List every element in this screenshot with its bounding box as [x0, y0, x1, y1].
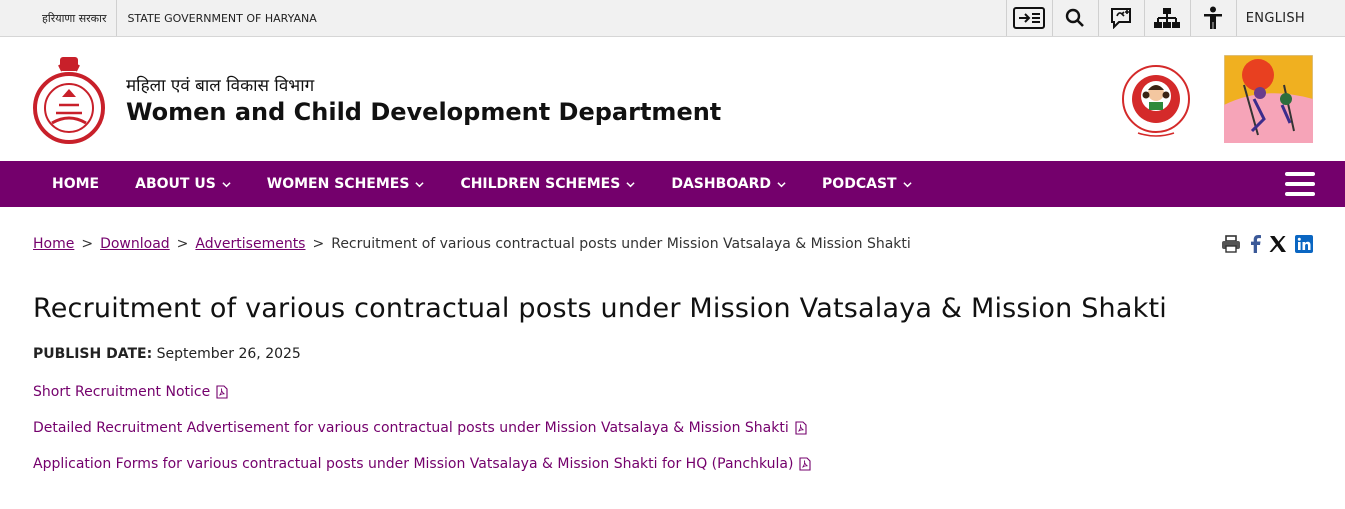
haryana-emblem-logo: [33, 57, 105, 144]
state-govt-link[interactable]: STATE GOVERNMENT OF HARYANA: [117, 0, 326, 36]
breadcrumb-current: Recruitment of various contractual posts…: [331, 236, 911, 252]
share-tools: [1221, 235, 1313, 253]
breadcrumb-download-link[interactable]: Download: [100, 236, 170, 252]
chevron-down-icon: [626, 181, 635, 187]
document-link-label: Short Recruitment Notice: [33, 384, 211, 400]
govt-links: हरियाणा सरकार STATE GOVERNMENT OF HARYAN…: [32, 0, 327, 36]
document-link[interactable]: Detailed Recruitment Advertisement for v…: [33, 410, 1312, 446]
skip-to-content-icon[interactable]: [1005, 0, 1052, 36]
main-content: Recruitment of various contractual posts…: [0, 293, 1345, 482]
breadcrumb-home-link[interactable]: Home: [33, 236, 74, 252]
breadcrumb-separator: >: [81, 236, 94, 252]
document-list: Short Recruitment Notice Detailed Recrui…: [33, 374, 1312, 482]
breadcrumb: Home > Download > Advertisements > Recru…: [33, 236, 911, 252]
department-name: Women and Child Development Department: [126, 97, 722, 126]
nav-item-podcast[interactable]: PODCAST: [804, 176, 930, 192]
document-link[interactable]: Short Recruitment Notice: [33, 374, 1312, 410]
pdf-icon: [795, 421, 807, 435]
publish-date-value: September 26, 2025: [156, 346, 301, 362]
utility-tools: ENGLISH: [1005, 0, 1345, 36]
breadcrumb-advertisements-link[interactable]: Advertisements: [195, 236, 305, 252]
chevron-down-icon: [902, 181, 912, 187]
linkedin-icon[interactable]: [1295, 235, 1313, 253]
language-selector[interactable]: ENGLISH: [1235, 0, 1314, 36]
publish-date: PUBLISH DATE: September 26, 2025: [33, 346, 1312, 362]
site-titles: महिला एवं बाल विकास विभाग Women and Chil…: [126, 73, 721, 126]
chevron-down-icon: [222, 181, 231, 187]
breadcrumb-bar: Home > Download > Advertisements > Recru…: [0, 207, 1345, 281]
main-navigation: HOME ABOUT US WOMEN SCHEMES CHILDREN SCH…: [0, 161, 1345, 207]
publish-date-label: PUBLISH DATE:: [33, 346, 153, 362]
hindi-department-name: महिला एवं बाल विकास विभाग: [126, 75, 315, 96]
nav-item-home[interactable]: HOME: [33, 176, 117, 192]
nav-item-label: PODCAST: [822, 176, 897, 192]
haryana-govt-hindi-link[interactable]: हरियाणा सरकार: [32, 0, 118, 36]
facebook-icon[interactable]: [1249, 235, 1261, 253]
nav-item-label: WOMEN SCHEMES: [266, 176, 410, 192]
print-icon[interactable]: [1221, 235, 1241, 253]
chevron-down-icon: [777, 181, 786, 187]
nav-item-label: ABOUT US: [135, 176, 216, 192]
beti-bachao-beti-padhao-logo[interactable]: [1120, 55, 1192, 143]
nav-item-label: CHILDREN SCHEMES: [460, 176, 621, 192]
sitemap-icon[interactable]: [1143, 0, 1190, 36]
accessibility-icon[interactable]: [1189, 0, 1236, 36]
breadcrumb-separator: >: [176, 236, 189, 252]
document-link[interactable]: Application Forms for various contractua…: [33, 446, 1312, 482]
nav-item-women-schemes[interactable]: WOMEN SCHEMES: [249, 176, 443, 192]
nav-item-about-us[interactable]: ABOUT US: [117, 176, 249, 192]
nav-menu: HOME ABOUT US WOMEN SCHEMES CHILDREN SCH…: [33, 176, 930, 192]
search-icon[interactable]: [1051, 0, 1098, 36]
nav-item-label: DASHBOARD: [671, 176, 772, 192]
department-artwork-logo[interactable]: [1224, 55, 1313, 143]
document-link-label: Detailed Recruitment Advertisement for v…: [33, 420, 789, 436]
hamburger-menu-icon[interactable]: [1285, 172, 1315, 196]
partner-logos: [1120, 55, 1313, 143]
nav-item-children-schemes[interactable]: CHILDREN SCHEMES: [442, 176, 653, 192]
document-link-label: Application Forms for various contractua…: [33, 456, 794, 472]
chevron-down-icon: [415, 181, 425, 187]
pdf-icon: [799, 457, 812, 471]
utility-bar: हरियाणा सरकार STATE GOVERNMENT OF HARYAN…: [0, 0, 1345, 37]
nav-item-dashboard[interactable]: DASHBOARD: [653, 176, 804, 192]
nav-item-label: HOME: [52, 176, 100, 192]
page-title: Recruitment of various contractual posts…: [33, 293, 1167, 324]
breadcrumb-separator: >: [312, 236, 325, 252]
site-brand[interactable]: महिला एवं बाल विकास विभाग Women and Chil…: [32, 53, 721, 145]
pdf-icon: [216, 385, 228, 399]
x-icon[interactable]: [1269, 235, 1287, 253]
site-header: महिला एवं बाल विकास विभाग Women and Chil…: [0, 37, 1345, 161]
sign-language-icon[interactable]: [1097, 0, 1144, 36]
